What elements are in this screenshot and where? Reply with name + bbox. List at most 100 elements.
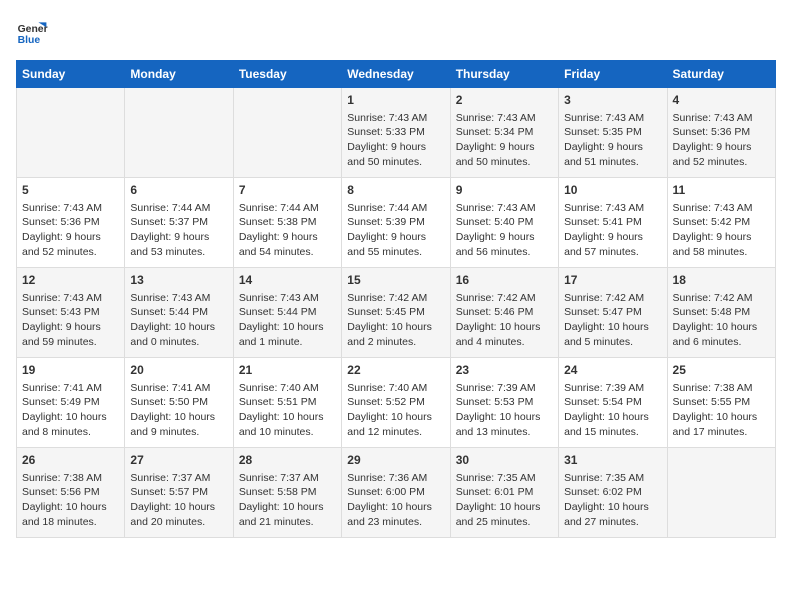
calendar-cell <box>233 88 341 178</box>
day-info: Daylight: 9 hours <box>239 230 336 245</box>
day-info: Sunset: 5:57 PM <box>130 485 227 500</box>
day-info: and 8 minutes. <box>22 425 119 440</box>
day-info: and 5 minutes. <box>564 335 661 350</box>
day-info: Daylight: 10 hours <box>456 320 553 335</box>
calendar-cell <box>667 448 775 538</box>
day-info: Sunrise: 7:39 AM <box>564 381 661 396</box>
day-number: 23 <box>456 362 553 379</box>
calendar-cell: 15Sunrise: 7:42 AMSunset: 5:45 PMDayligh… <box>342 268 450 358</box>
day-info: Sunset: 5:58 PM <box>239 485 336 500</box>
day-info: Sunset: 6:02 PM <box>564 485 661 500</box>
day-info: and 10 minutes. <box>239 425 336 440</box>
day-info: Sunset: 5:53 PM <box>456 395 553 410</box>
day-info: Sunset: 5:44 PM <box>130 305 227 320</box>
week-row-4: 19Sunrise: 7:41 AMSunset: 5:49 PMDayligh… <box>17 358 776 448</box>
day-info: Daylight: 9 hours <box>347 230 444 245</box>
day-info: Daylight: 10 hours <box>239 410 336 425</box>
calendar-cell <box>125 88 233 178</box>
day-info: and 12 minutes. <box>347 425 444 440</box>
calendar-cell: 20Sunrise: 7:41 AMSunset: 5:50 PMDayligh… <box>125 358 233 448</box>
day-number: 1 <box>347 92 444 109</box>
day-number: 29 <box>347 452 444 469</box>
calendar-cell: 18Sunrise: 7:42 AMSunset: 5:48 PMDayligh… <box>667 268 775 358</box>
day-info: Sunset: 5:37 PM <box>130 215 227 230</box>
day-info: Sunrise: 7:43 AM <box>456 201 553 216</box>
day-info: and 55 minutes. <box>347 245 444 260</box>
day-info: Sunrise: 7:40 AM <box>239 381 336 396</box>
day-info: Sunset: 5:39 PM <box>347 215 444 230</box>
day-info: Sunset: 5:47 PM <box>564 305 661 320</box>
day-info: Sunrise: 7:43 AM <box>130 291 227 306</box>
day-header-monday: Monday <box>125 61 233 88</box>
day-number: 26 <box>22 452 119 469</box>
day-info: Sunrise: 7:35 AM <box>456 471 553 486</box>
day-number: 10 <box>564 182 661 199</box>
day-info: and 52 minutes. <box>673 155 770 170</box>
calendar-cell: 30Sunrise: 7:35 AMSunset: 6:01 PMDayligh… <box>450 448 558 538</box>
day-number: 2 <box>456 92 553 109</box>
week-row-2: 5Sunrise: 7:43 AMSunset: 5:36 PMDaylight… <box>17 178 776 268</box>
svg-text:General: General <box>18 24 48 35</box>
day-info: Sunrise: 7:36 AM <box>347 471 444 486</box>
day-info: Sunset: 5:33 PM <box>347 125 444 140</box>
day-info: Sunset: 5:44 PM <box>239 305 336 320</box>
day-info: Daylight: 10 hours <box>673 320 770 335</box>
calendar-cell: 21Sunrise: 7:40 AMSunset: 5:51 PMDayligh… <box>233 358 341 448</box>
day-info: Sunrise: 7:41 AM <box>22 381 119 396</box>
day-info: Daylight: 10 hours <box>239 500 336 515</box>
day-info: Sunrise: 7:43 AM <box>564 201 661 216</box>
day-info: Sunset: 5:56 PM <box>22 485 119 500</box>
day-header-thursday: Thursday <box>450 61 558 88</box>
calendar-cell: 1Sunrise: 7:43 AMSunset: 5:33 PMDaylight… <box>342 88 450 178</box>
day-info: Sunset: 5:36 PM <box>673 125 770 140</box>
week-row-3: 12Sunrise: 7:43 AMSunset: 5:43 PMDayligh… <box>17 268 776 358</box>
day-info: and 18 minutes. <box>22 515 119 530</box>
day-number: 11 <box>673 182 770 199</box>
day-info: and 17 minutes. <box>673 425 770 440</box>
day-info: Daylight: 10 hours <box>347 320 444 335</box>
day-info: Sunset: 5:48 PM <box>673 305 770 320</box>
calendar-cell: 27Sunrise: 7:37 AMSunset: 5:57 PMDayligh… <box>125 448 233 538</box>
day-number: 13 <box>130 272 227 289</box>
calendar-cell: 5Sunrise: 7:43 AMSunset: 5:36 PMDaylight… <box>17 178 125 268</box>
day-info: Daylight: 10 hours <box>130 500 227 515</box>
calendar-cell: 31Sunrise: 7:35 AMSunset: 6:02 PMDayligh… <box>559 448 667 538</box>
calendar-cell: 8Sunrise: 7:44 AMSunset: 5:39 PMDaylight… <box>342 178 450 268</box>
day-info: and 1 minute. <box>239 335 336 350</box>
day-info: and 15 minutes. <box>564 425 661 440</box>
day-number: 7 <box>239 182 336 199</box>
day-info: Daylight: 10 hours <box>564 500 661 515</box>
day-info: Sunrise: 7:42 AM <box>456 291 553 306</box>
calendar-cell: 2Sunrise: 7:43 AMSunset: 5:34 PMDaylight… <box>450 88 558 178</box>
day-info: and 53 minutes. <box>130 245 227 260</box>
calendar-cell: 28Sunrise: 7:37 AMSunset: 5:58 PMDayligh… <box>233 448 341 538</box>
day-info: Sunset: 5:34 PM <box>456 125 553 140</box>
day-info: Sunrise: 7:42 AM <box>347 291 444 306</box>
day-info: Sunrise: 7:43 AM <box>673 111 770 126</box>
day-info: and 9 minutes. <box>130 425 227 440</box>
day-info: Daylight: 10 hours <box>673 410 770 425</box>
calendar-cell: 10Sunrise: 7:43 AMSunset: 5:41 PMDayligh… <box>559 178 667 268</box>
day-info: Sunset: 5:45 PM <box>347 305 444 320</box>
calendar-cell: 16Sunrise: 7:42 AMSunset: 5:46 PMDayligh… <box>450 268 558 358</box>
day-number: 14 <box>239 272 336 289</box>
day-info: Sunrise: 7:40 AM <box>347 381 444 396</box>
day-info: and 21 minutes. <box>239 515 336 530</box>
week-row-5: 26Sunrise: 7:38 AMSunset: 5:56 PMDayligh… <box>17 448 776 538</box>
calendar-cell: 25Sunrise: 7:38 AMSunset: 5:55 PMDayligh… <box>667 358 775 448</box>
day-info: and 50 minutes. <box>347 155 444 170</box>
day-info: Daylight: 10 hours <box>347 410 444 425</box>
day-info: and 57 minutes. <box>564 245 661 260</box>
day-number: 5 <box>22 182 119 199</box>
day-info: Sunrise: 7:43 AM <box>673 201 770 216</box>
day-number: 25 <box>673 362 770 379</box>
day-number: 9 <box>456 182 553 199</box>
day-number: 31 <box>564 452 661 469</box>
day-number: 16 <box>456 272 553 289</box>
day-header-saturday: Saturday <box>667 61 775 88</box>
calendar-cell: 7Sunrise: 7:44 AMSunset: 5:38 PMDaylight… <box>233 178 341 268</box>
day-info: Daylight: 9 hours <box>22 320 119 335</box>
calendar-cell: 9Sunrise: 7:43 AMSunset: 5:40 PMDaylight… <box>450 178 558 268</box>
day-info: Sunrise: 7:43 AM <box>22 291 119 306</box>
logo: General Blue <box>16 16 48 48</box>
